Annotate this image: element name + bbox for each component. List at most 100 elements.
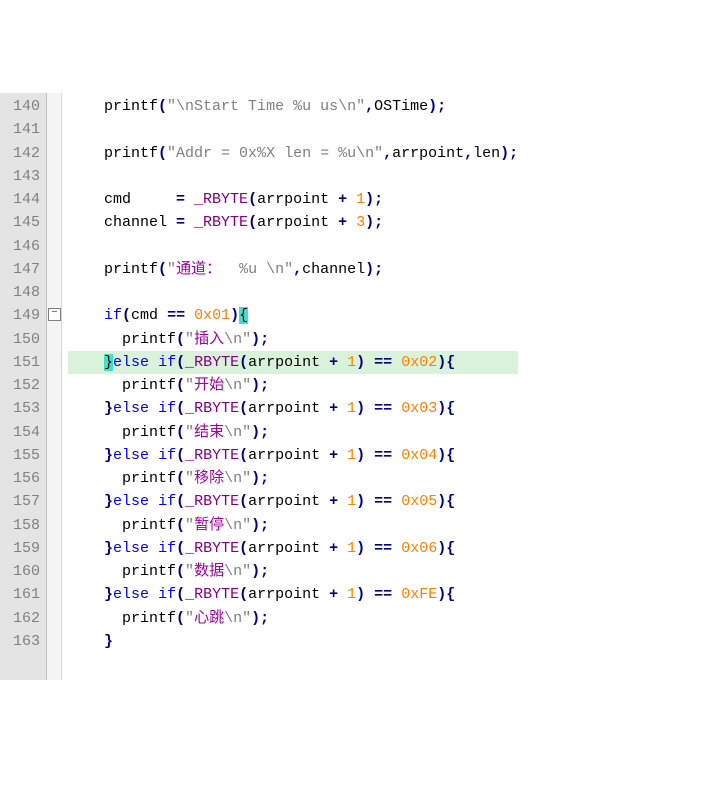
token-op: + — [329, 354, 347, 371]
code-line[interactable]: } — [68, 630, 518, 653]
code-line[interactable]: printf("插入\n"); — [68, 328, 518, 351]
token-str: " — [167, 261, 176, 278]
line-number-gutter: 1401411421431441451461471481491501511521… — [0, 93, 47, 680]
token-op: ( — [176, 377, 185, 394]
code-line[interactable]: }else if(_RBYTE(arrpoint + 1) == 0x06){ — [68, 537, 518, 560]
code-area[interactable]: printf("\nStart Time %u us\n",OSTime); p… — [62, 93, 518, 680]
token-sp — [149, 354, 158, 371]
token-op: ); — [365, 261, 383, 278]
code-line[interactable] — [68, 165, 518, 188]
token-op: ); — [251, 470, 269, 487]
token-op: } — [104, 540, 113, 557]
token-sp — [68, 145, 104, 162]
token-id: arrpoint — [248, 400, 329, 417]
token-sp — [68, 447, 104, 464]
token-str: " — [185, 517, 194, 534]
token-op: ) == — [356, 540, 401, 557]
token-sp — [149, 400, 158, 417]
token-op: ) == — [356, 447, 401, 464]
token-kw: else — [113, 586, 149, 603]
token-op: + — [329, 400, 347, 417]
token-str: \n" — [224, 610, 251, 627]
token-op: ( — [176, 493, 185, 510]
token-str: " — [185, 331, 194, 348]
line-number: 155 — [6, 444, 40, 467]
token-id: arrpoint — [248, 586, 329, 603]
token-str: \n" — [224, 470, 251, 487]
token-num: 0x03 — [401, 400, 437, 417]
fold-column: − — [47, 93, 62, 680]
code-line[interactable] — [68, 281, 518, 304]
token-sp — [68, 98, 104, 115]
token-op: + — [338, 191, 356, 208]
code-line[interactable]: printf("Addr = 0x%X len = %u\n",arrpoint… — [68, 142, 518, 165]
code-line[interactable]: }else if(_RBYTE(arrpoint + 1) == 0x04){ — [68, 444, 518, 467]
token-id: arrpoint — [257, 191, 338, 208]
token-str: %u \n" — [221, 261, 293, 278]
token-num: 0x02 — [401, 354, 437, 371]
token-macro: _RBYTE — [185, 540, 239, 557]
token-str-cn: 暂停 — [194, 517, 224, 534]
token-op: ( — [239, 540, 248, 557]
token-sp — [68, 633, 104, 650]
fold-toggle-icon[interactable]: − — [48, 308, 61, 321]
token-kw: if — [158, 586, 176, 603]
token-op: ) — [230, 307, 239, 324]
token-op: ( — [158, 98, 167, 115]
code-line[interactable]: printf("结束\n"); — [68, 421, 518, 444]
code-line[interactable]: if(cmd == 0x01){ — [68, 304, 518, 327]
code-line[interactable]: printf("数据\n"); — [68, 560, 518, 583]
token-op: ( — [239, 586, 248, 603]
line-number: 159 — [6, 537, 40, 560]
line-number: 153 — [6, 397, 40, 420]
code-line[interactable]: printf("心跳\n"); — [68, 607, 518, 630]
token-op: ( — [122, 307, 131, 324]
token-str-cn: 数据 — [194, 563, 224, 580]
code-line[interactable]: cmd = _RBYTE(arrpoint + 1); — [68, 188, 518, 211]
line-number: 156 — [6, 467, 40, 490]
token-op: , — [464, 145, 473, 162]
token-op: } — [104, 586, 113, 603]
token-id: arrpoint — [392, 145, 464, 162]
code-line[interactable]: printf("通道： %u \n",channel); — [68, 258, 518, 281]
code-line[interactable]: printf("\nStart Time %u us\n",OSTime); — [68, 95, 518, 118]
code-line[interactable]: }else if(_RBYTE(arrpoint + 1) == 0x03){ — [68, 397, 518, 420]
token-op: ); — [251, 517, 269, 534]
code-line[interactable]: }else if(_RBYTE(arrpoint + 1) == 0x05){ — [68, 490, 518, 513]
code-editor[interactable]: 1401411421431441451461471481491501511521… — [0, 93, 712, 680]
code-line[interactable]: }else if(_RBYTE(arrpoint + 1) == 0x02){ — [68, 351, 518, 374]
token-sp — [149, 586, 158, 603]
token-op: , — [365, 98, 374, 115]
token-sp — [68, 586, 104, 603]
code-line[interactable] — [68, 235, 518, 258]
token-macro: _RBYTE — [194, 214, 248, 231]
token-id: channel — [104, 214, 176, 231]
token-op: } — [104, 493, 113, 510]
token-num: 1 — [347, 447, 356, 464]
token-fn: printf — [104, 98, 158, 115]
token-op: ); — [365, 191, 383, 208]
token-str: " — [185, 470, 194, 487]
code-line[interactable]: printf("暂停\n"); — [68, 514, 518, 537]
token-id: channel — [302, 261, 365, 278]
token-fn: printf — [104, 261, 158, 278]
token-sp — [68, 214, 104, 231]
line-number: 142 — [6, 142, 40, 165]
token-num: 1 — [347, 586, 356, 603]
token-brace-hl: { — [239, 307, 248, 324]
token-id: len — [473, 145, 500, 162]
token-op: ){ — [437, 540, 455, 557]
token-kw: else — [113, 400, 149, 417]
code-line[interactable]: printf("移除\n"); — [68, 467, 518, 490]
token-kw: else — [113, 354, 149, 371]
token-macro: _RBYTE — [194, 191, 248, 208]
line-number: 149 — [6, 304, 40, 327]
token-op: ( — [239, 400, 248, 417]
token-sp — [68, 331, 122, 348]
code-line[interactable]: channel = _RBYTE(arrpoint + 3); — [68, 211, 518, 234]
code-line[interactable]: printf("开始\n"); — [68, 374, 518, 397]
token-num: 0x04 — [401, 447, 437, 464]
token-str: \n" — [224, 517, 251, 534]
code-line[interactable] — [68, 118, 518, 141]
token-op: ) == — [356, 354, 401, 371]
